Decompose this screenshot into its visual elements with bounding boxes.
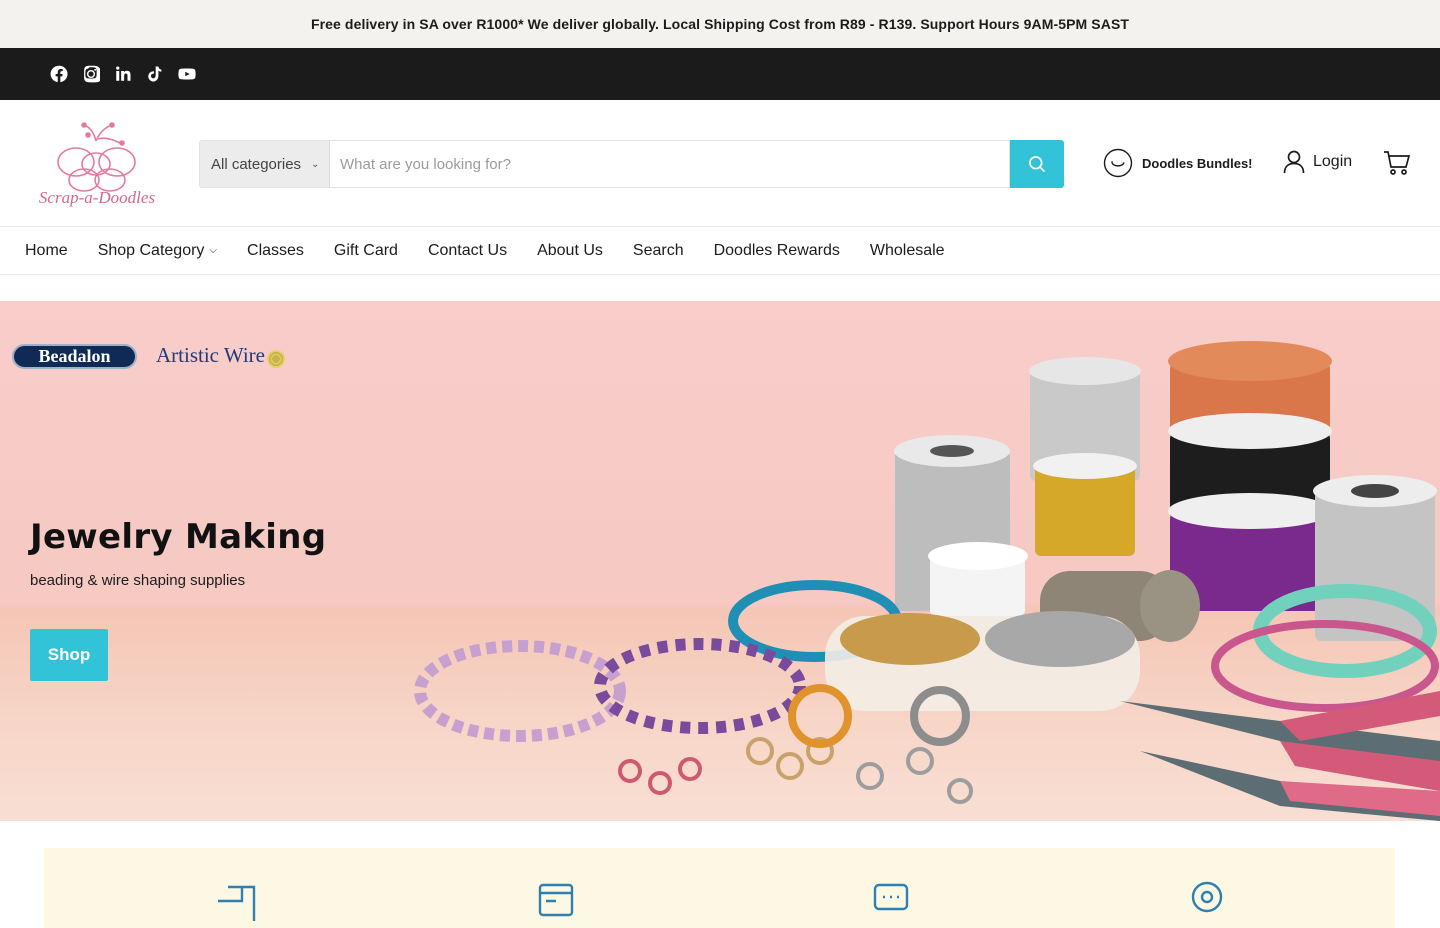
nav-item-label: Search (632, 241, 684, 259)
user-icon (1283, 150, 1305, 174)
nav-item-shop-category[interactable]: Shop Category ⌵ (98, 242, 217, 260)
chevron-down-icon: ⌵ (209, 245, 218, 256)
store-logo[interactable]: Scrap-a-Doodles (24, 119, 170, 209)
payment-icon (538, 881, 580, 921)
search-input[interactable] (329, 140, 1010, 188)
jewelry-supplies-image (414, 341, 1440, 821)
nav-item-label: Shop Category (97, 241, 205, 259)
search-bar: All categories ⌄ (199, 140, 1064, 188)
search-icon (1029, 156, 1046, 173)
doodles-bundles-link[interactable]: Doodles Bundles! (1103, 148, 1253, 178)
nav-item-label: About Us (537, 241, 603, 259)
cart-button[interactable] (1383, 150, 1411, 181)
smiley-icon (1103, 148, 1133, 178)
location-icon (1186, 881, 1228, 921)
hero-subtitle: beading & wire shaping supplies (30, 572, 246, 589)
login-label: Login (1313, 153, 1353, 170)
hero-title: Jewelry Making (30, 517, 327, 557)
jump-rings (618, 684, 973, 804)
facebook-icon[interactable] (50, 65, 68, 83)
announcement-text: Free delivery in SA over R1000* We deliv… (310, 16, 1130, 32)
search-button[interactable] (1010, 140, 1064, 188)
main-navigation: Home Shop Category ⌵ Classes Gift Card Co… (0, 227, 1440, 275)
tiktok-icon[interactable] (146, 65, 164, 83)
delivery-icon (214, 881, 256, 921)
nav-item-about-us[interactable]: About Us (537, 242, 603, 260)
login-link[interactable]: Login (1283, 150, 1352, 174)
nav-item-label: Gift Card (333, 241, 398, 259)
nav-item-label: Wholesale (869, 241, 945, 259)
doodles-bundles-label: Doodles Bundles! (1142, 155, 1253, 171)
artistic-wire-logo-text: Artistic Wire (156, 343, 265, 367)
instagram-icon[interactable] (82, 65, 100, 83)
category-select-label: All categories (211, 155, 302, 173)
nav-item-doodles-rewards[interactable]: Doodles Rewards (714, 242, 840, 260)
nav-item-search[interactable]: Search (633, 242, 684, 260)
bead-tray (825, 611, 1140, 711)
chat-icon (869, 881, 911, 921)
nav-item-contact-us[interactable]: Contact Us (428, 242, 507, 260)
cart-icon (1384, 151, 1411, 175)
nav-item-label: Home (25, 241, 68, 259)
social-bar (0, 48, 1440, 100)
beadalon-logo: Beadalon (12, 344, 137, 369)
nav-item-classes[interactable]: Classes (247, 242, 304, 260)
beadalon-logo-text: Beadalon (38, 346, 111, 366)
site-header: Scrap-a-Doodles All categories ⌄ Doodles… (0, 100, 1440, 227)
chevron-down-icon: ⌄ (311, 158, 320, 170)
features-strip (44, 848, 1395, 928)
svg-text:Scrap-a-Doodles: Scrap-a-Doodles (39, 188, 156, 207)
hero-banner[interactable]: Beadalon Artistic Wire Jewelry Making be… (0, 301, 1440, 821)
nav-item-label: Classes (247, 241, 304, 259)
nav-item-home[interactable]: Home (25, 242, 68, 260)
wire-coil-icon (267, 349, 285, 368)
nav-item-label: Contact Us (427, 241, 508, 259)
linkedin-icon[interactable] (114, 65, 132, 83)
nav-item-gift-card[interactable]: Gift Card (334, 242, 398, 260)
pliers (1120, 691, 1440, 821)
bracelets (414, 638, 806, 742)
announcement-bar: Free delivery in SA over R1000* We deliv… (0, 0, 1440, 48)
youtube-icon[interactable] (178, 65, 196, 83)
category-select[interactable]: All categories ⌄ (199, 140, 329, 188)
artistic-wire-logo: Artistic Wire (156, 343, 285, 368)
nav-item-wholesale[interactable]: Wholesale (870, 242, 945, 260)
shop-button[interactable]: Shop (30, 629, 108, 681)
nav-item-label: Doodles Rewards (713, 241, 840, 259)
